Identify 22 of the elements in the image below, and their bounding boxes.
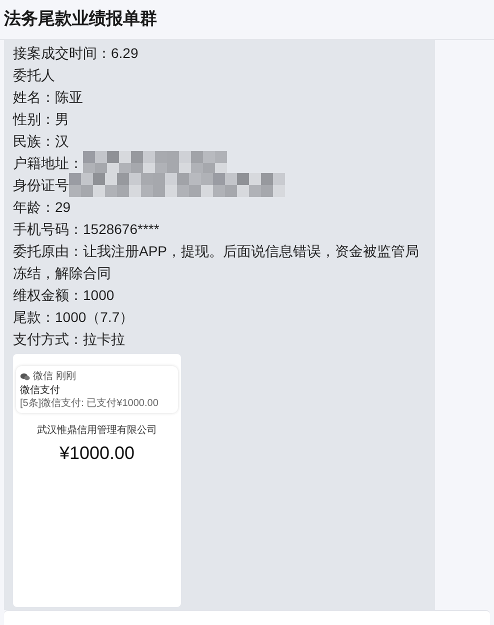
message-text: 民族：汉 — [13, 133, 69, 149]
notification-title: 微信支付 — [20, 384, 60, 397]
message-text: 支付方式：拉卡拉 — [13, 331, 125, 347]
notification-body: [5条]微信支付: 已支付¥1000.00 — [20, 397, 160, 410]
payee-name: 武汉惟鼎信用管理有限公司 — [37, 424, 157, 438]
payment-screenshot[interactable]: 微信 刚刚 微信支付 [5条]微信支付: 已支付¥1000.00 武汉惟鼎信用管理有限公司 ¥1000.00 — [13, 354, 181, 607]
message-text: 手机号码：1528676**** — [13, 221, 160, 237]
chat-bubbles-icon — [20, 372, 30, 380]
message-text: 尾款：1000（7.7） — [13, 309, 134, 325]
message-text: 维权金额：1000 — [13, 287, 114, 303]
notification-app: 微信 — [33, 370, 53, 384]
message-text: 户籍地址： — [13, 154, 83, 173]
message-text: 委托人 — [13, 67, 55, 83]
message-text: 身份证号 — [13, 176, 69, 195]
message-text: 委托原由：让我注册APP，提现。后面说信息错误，资金被监管局冻结，解除合同 — [13, 243, 420, 281]
payment-amount: ¥1000.00 — [59, 442, 135, 465]
notification-time: 刚刚 — [56, 370, 76, 384]
message-text: 姓名：陈亚 — [13, 89, 83, 105]
message-text: 性别：男 — [13, 111, 69, 127]
message-text: 接案成交时间：6.29 — [13, 45, 138, 61]
message-text: 年龄：29 — [13, 199, 71, 215]
chat-title: 法务尾款业绩报单群 — [4, 8, 157, 31]
